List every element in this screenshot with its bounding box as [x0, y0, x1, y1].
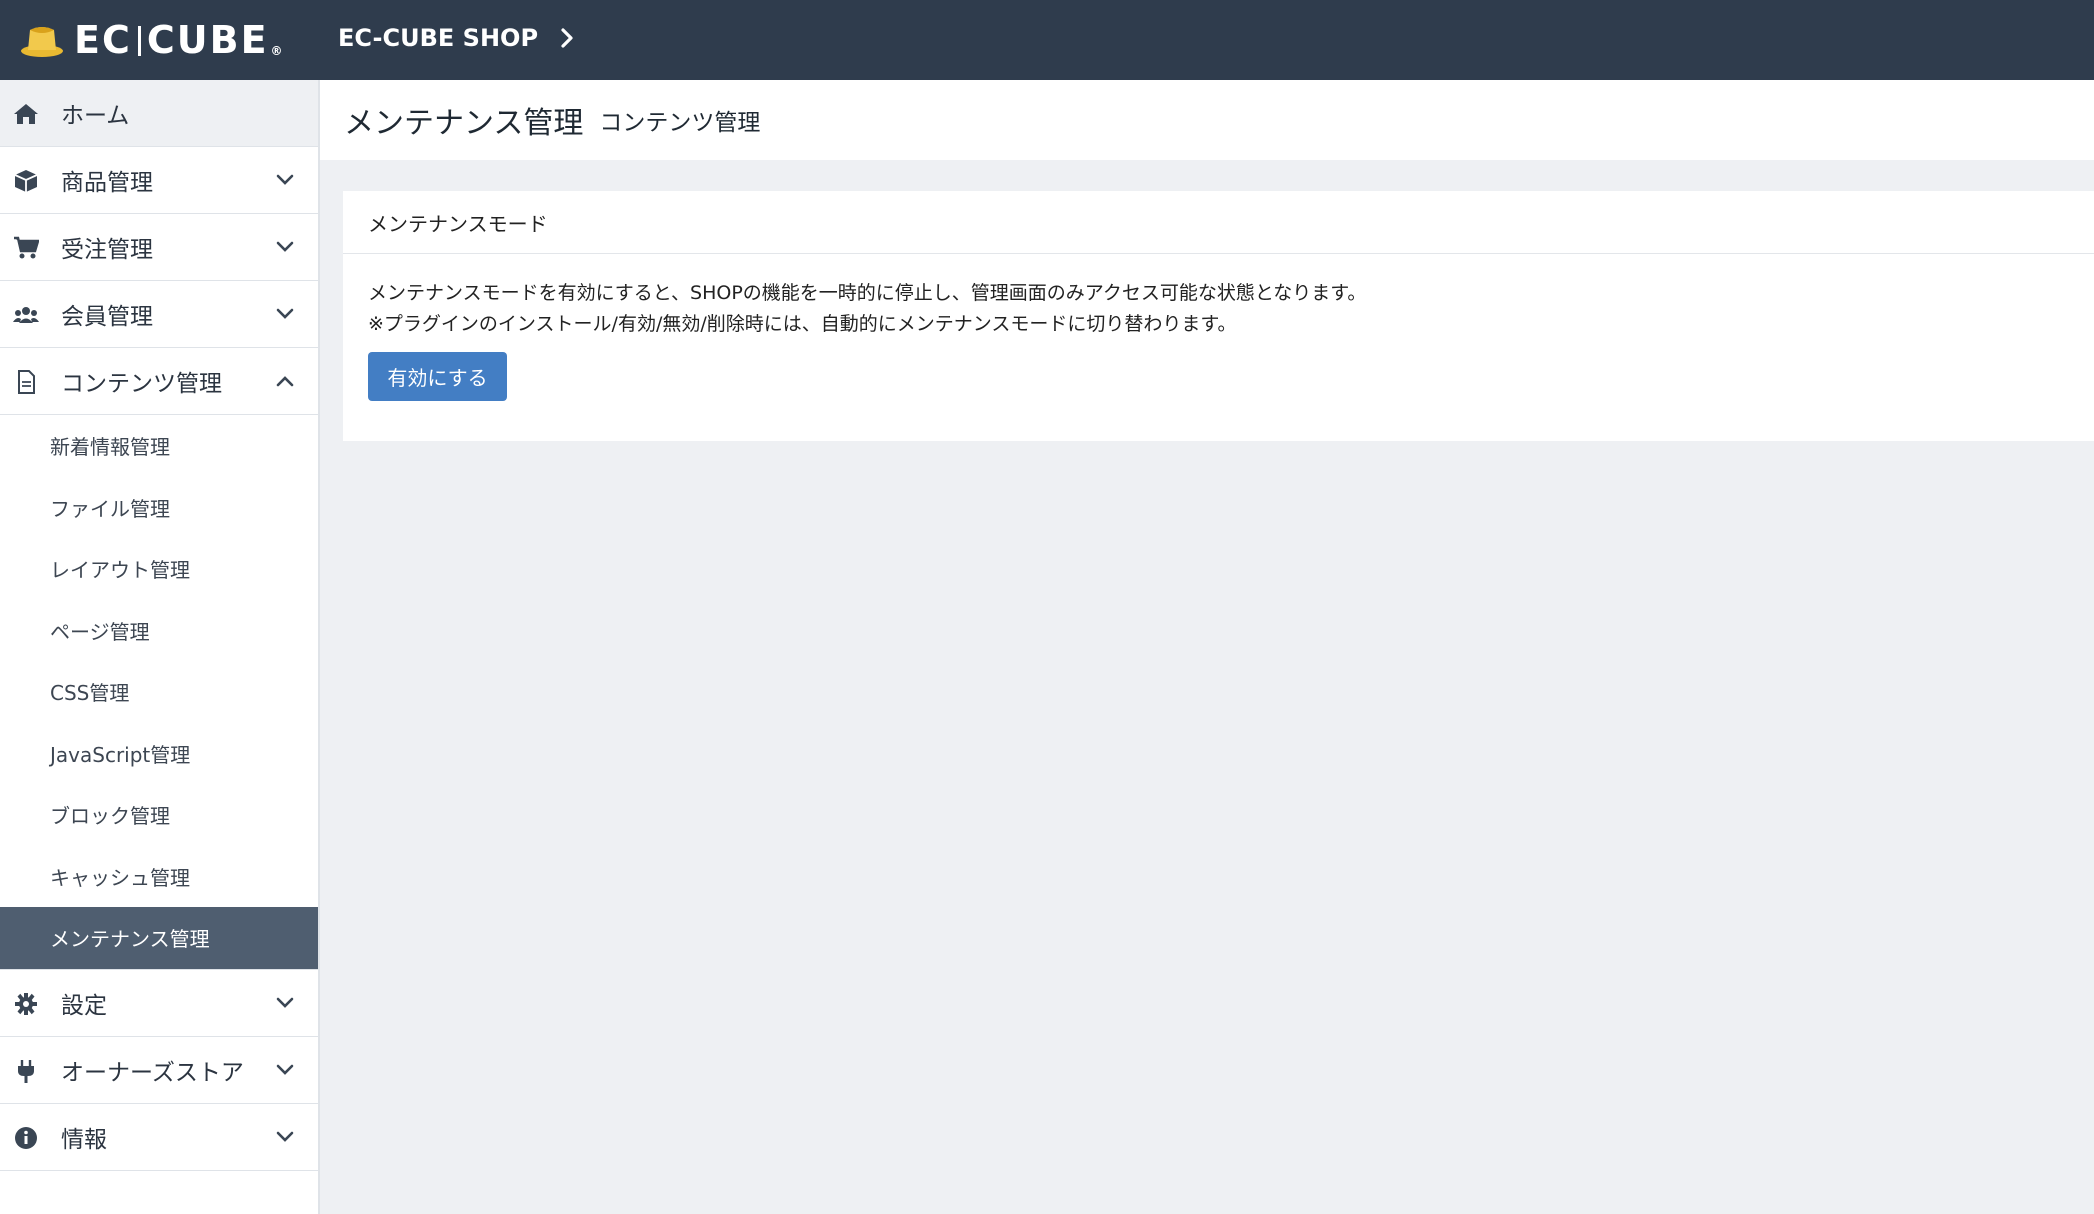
sidebar-subitem-files[interactable]: ファイル管理	[0, 477, 318, 539]
ec-cube-logo[interactable]: EC CUBE ®	[20, 12, 285, 68]
shop-name: EC-CUBE SHOP	[338, 24, 539, 52]
chevron-up-icon	[276, 376, 294, 387]
box-icon	[14, 170, 38, 192]
sidebar-item-contents[interactable]: コンテンツ管理	[0, 348, 318, 415]
sidebar-item-orders[interactable]: 受注管理	[0, 214, 318, 281]
card-body: メンテナンスモードを有効にすると、SHOPの機能を一時的に停止し、管理画面のみア…	[343, 254, 2094, 425]
users-icon	[13, 307, 39, 323]
sidebar-subitem-pages[interactable]: ページ管理	[0, 600, 318, 662]
chevron-down-icon	[276, 1064, 294, 1075]
logo-text: EC CUBE ®	[74, 18, 285, 62]
file-icon	[18, 370, 35, 394]
chevron-down-icon	[276, 1131, 294, 1142]
gear-icon	[15, 992, 37, 1015]
sidebar-item-label: 商品管理	[61, 170, 153, 196]
sidebar-subitem-layout[interactable]: レイアウト管理	[0, 538, 318, 600]
card-header: メンテナンスモード	[343, 191, 2094, 254]
sidebar-subitem-maintenance[interactable]: メンテナンス管理	[0, 907, 318, 969]
sidebar-item-members[interactable]: 会員管理	[0, 281, 318, 348]
page-header: メンテナンス管理 コンテンツ管理	[320, 80, 2094, 160]
sidebar-item-settings[interactable]: 設定	[0, 970, 318, 1037]
chevron-down-icon	[276, 308, 294, 319]
description-line-1: メンテナンスモードを有効にすると、SHOPの機能を一時的に停止し、管理画面のみア…	[368, 282, 1367, 304]
sidebar-item-home[interactable]: ホーム	[0, 80, 318, 147]
sidebar-subitem-blocks[interactable]: ブロック管理	[0, 784, 318, 846]
sidebar-subitem-javascript[interactable]: JavaScript管理	[0, 723, 318, 785]
contents-submenu: 新着情報管理 ファイル管理 レイアウト管理 ページ管理 CSS管理 JavaSc…	[0, 415, 318, 970]
plug-icon	[18, 1059, 34, 1083]
sidebar: ホーム 商品管理 受注管理 会員管理 コンテンツ管理 新着情報管理 ファイル管理…	[0, 80, 320, 1214]
page-title: メンテナンス管理	[344, 106, 584, 141]
chevron-down-icon	[276, 174, 294, 185]
sidebar-item-label: コンテンツ管理	[61, 371, 222, 397]
chevron-down-icon	[276, 241, 294, 252]
sidebar-item-owners-store[interactable]: オーナーズストア	[0, 1037, 318, 1104]
chevron-down-icon	[276, 997, 294, 1008]
enable-maintenance-button[interactable]: 有効にする	[368, 352, 507, 401]
sidebar-item-label: 受注管理	[61, 237, 153, 263]
maintenance-mode-card: メンテナンスモード メンテナンスモードを有効にすると、SHOPの機能を一時的に停…	[343, 191, 2094, 441]
chevron-right-icon	[561, 28, 573, 48]
sidebar-subitem-css[interactable]: CSS管理	[0, 661, 318, 723]
sidebar-item-label: 情報	[61, 1126, 107, 1153]
cart-icon	[14, 236, 39, 259]
sidebar-item-label: ホーム	[61, 103, 130, 129]
sidebar-item-label: 会員管理	[61, 304, 153, 330]
sidebar-subitem-news[interactable]: 新着情報管理	[0, 415, 318, 477]
description-line-2: ※プラグインのインストール/有効/無効/削除時には、自動的にメンテナンスモードに…	[368, 313, 1237, 335]
sidebar-item-products[interactable]: 商品管理	[0, 147, 318, 214]
sidebar-item-label: 設定	[61, 992, 107, 1019]
shop-link[interactable]: EC-CUBE SHOP	[338, 16, 578, 60]
home-icon	[14, 104, 38, 124]
sidebar-item-info[interactable]: 情報	[0, 1104, 318, 1171]
sidebar-item-label: オーナーズストア	[61, 1059, 244, 1086]
info-icon	[15, 1126, 37, 1149]
page-subtitle: コンテンツ管理	[599, 110, 761, 136]
top-header: EC CUBE ® EC-CUBE SHOP	[0, 0, 2094, 80]
logo-hat-icon	[21, 27, 63, 57]
sidebar-subitem-cache[interactable]: キャッシュ管理	[0, 846, 318, 908]
